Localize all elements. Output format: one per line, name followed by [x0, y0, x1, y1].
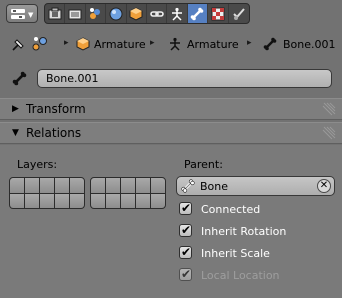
layer-toggle[interactable] — [40, 178, 54, 193]
breadcrumb-separator: ▸ — [64, 38, 69, 48]
breadcrumb: ▸ Armature ▸ Armature ▸ Bone.001 — [0, 33, 342, 57]
object-icon — [76, 37, 90, 51]
world-icon — [90, 7, 101, 19]
local-location-label: Local Location — [201, 269, 280, 282]
layer-toggle[interactable] — [106, 178, 120, 193]
drag-handle-icon[interactable] — [322, 102, 336, 116]
layer-grid-right — [90, 177, 166, 209]
expand-arrow-icon: ▶ — [12, 104, 19, 114]
breadcrumb-bone[interactable]: Bone.001 — [283, 38, 336, 51]
chevron-down-icon: ▼ — [28, 11, 34, 19]
bone-icon — [181, 179, 195, 193]
breadcrumb-separator: ▸ — [247, 38, 252, 48]
bone-name-field[interactable]: Bone.001 — [37, 69, 332, 88]
bone-icon — [263, 37, 277, 51]
layer-toggle[interactable] — [10, 178, 24, 193]
connected-checkbox[interactable]: ✔ — [179, 201, 192, 215]
connected-label[interactable]: Connected — [201, 203, 260, 216]
layer-toggle[interactable] — [10, 193, 24, 208]
constraints-icon — [149, 10, 164, 17]
panel-title: Transform — [26, 102, 86, 116]
layer-toggle[interactable] — [25, 193, 39, 208]
pin-icon[interactable] — [10, 37, 26, 53]
checkmark-icon: ✔ — [181, 267, 192, 281]
texture-icon — [211, 7, 225, 20]
layer-toggle[interactable] — [55, 178, 69, 193]
object-icon — [129, 6, 143, 21]
layer-toggle[interactable] — [25, 178, 39, 193]
render-layers-icon — [48, 7, 62, 19]
inherit-rotation-checkbox[interactable]: ✔ — [179, 223, 192, 237]
layer-toggle[interactable] — [40, 193, 54, 208]
bone-icon — [12, 71, 27, 86]
parent-bone-value: Bone — [200, 180, 229, 193]
bone-constraint-icon — [232, 7, 245, 20]
tab-scene[interactable] — [65, 4, 86, 23]
tab-render-layers[interactable] — [45, 4, 66, 23]
bone-icon — [191, 7, 204, 20]
layer-toggle[interactable] — [55, 193, 69, 208]
collapse-arrow-icon: ▼ — [12, 128, 19, 138]
local-location-checkbox: ✔ — [179, 267, 192, 281]
property-tabs — [44, 3, 250, 24]
drag-handle-icon[interactable] — [322, 126, 336, 140]
layers-label: Layers: — [17, 158, 58, 171]
layer-toggle[interactable] — [136, 193, 150, 208]
panel-header-relations[interactable]: ▼ Relations — [0, 122, 342, 144]
inherit-scale-checkbox[interactable]: ✔ — [179, 245, 192, 259]
tab-modifiers[interactable] — [127, 4, 147, 23]
layer-toggle[interactable] — [151, 178, 165, 193]
breadcrumb-separator: ▸ — [150, 38, 155, 48]
context-icon — [32, 37, 47, 51]
inherit-scale-label[interactable]: Inherit Scale — [201, 247, 270, 260]
checkmark-icon: ✔ — [181, 201, 192, 215]
layer-toggle[interactable] — [151, 193, 165, 208]
tab-texture[interactable] — [208, 4, 229, 23]
layer-toggle[interactable] — [121, 193, 135, 208]
armature-icon — [170, 37, 180, 51]
editor-type-button[interactable]: ▼ — [6, 4, 38, 23]
scene-icon — [68, 9, 82, 19]
panel-title: Relations — [26, 126, 82, 140]
checkmark-icon: ✔ — [181, 245, 192, 259]
armature-icon — [172, 7, 183, 21]
tab-object[interactable] — [106, 4, 127, 23]
clear-parent-button[interactable]: ✕ — [317, 179, 331, 193]
layer-toggle[interactable] — [70, 178, 84, 193]
checkmark-icon: ✔ — [181, 223, 192, 237]
layer-toggle[interactable] — [91, 193, 105, 208]
tab-armature-data[interactable] — [167, 4, 188, 23]
tab-bone[interactable] — [187, 4, 209, 23]
breadcrumb-armature[interactable]: Armature — [187, 38, 239, 51]
layer-toggle[interactable] — [91, 178, 105, 193]
layer-toggle[interactable] — [70, 193, 84, 208]
parent-bone-field[interactable]: Bone ✕ — [176, 176, 335, 196]
layer-grid-left — [9, 177, 85, 209]
layer-toggle[interactable] — [136, 178, 150, 193]
tab-world[interactable] — [86, 4, 107, 23]
breadcrumb-object[interactable]: Armature — [94, 38, 146, 51]
tab-bone-constraints[interactable] — [229, 4, 249, 23]
inherit-rotation-label[interactable]: Inherit Rotation — [201, 225, 286, 238]
layer-toggle[interactable] — [106, 193, 120, 208]
sphere-icon — [109, 7, 123, 20]
parent-label: Parent: — [184, 158, 223, 171]
panel-header-transform[interactable]: ▶ Transform — [0, 98, 342, 120]
layer-toggle[interactable] — [121, 178, 135, 193]
tab-constraints[interactable] — [147, 4, 168, 23]
editor-type-icon — [11, 9, 25, 19]
properties-tab-bar: ▼ — [0, 0, 342, 27]
